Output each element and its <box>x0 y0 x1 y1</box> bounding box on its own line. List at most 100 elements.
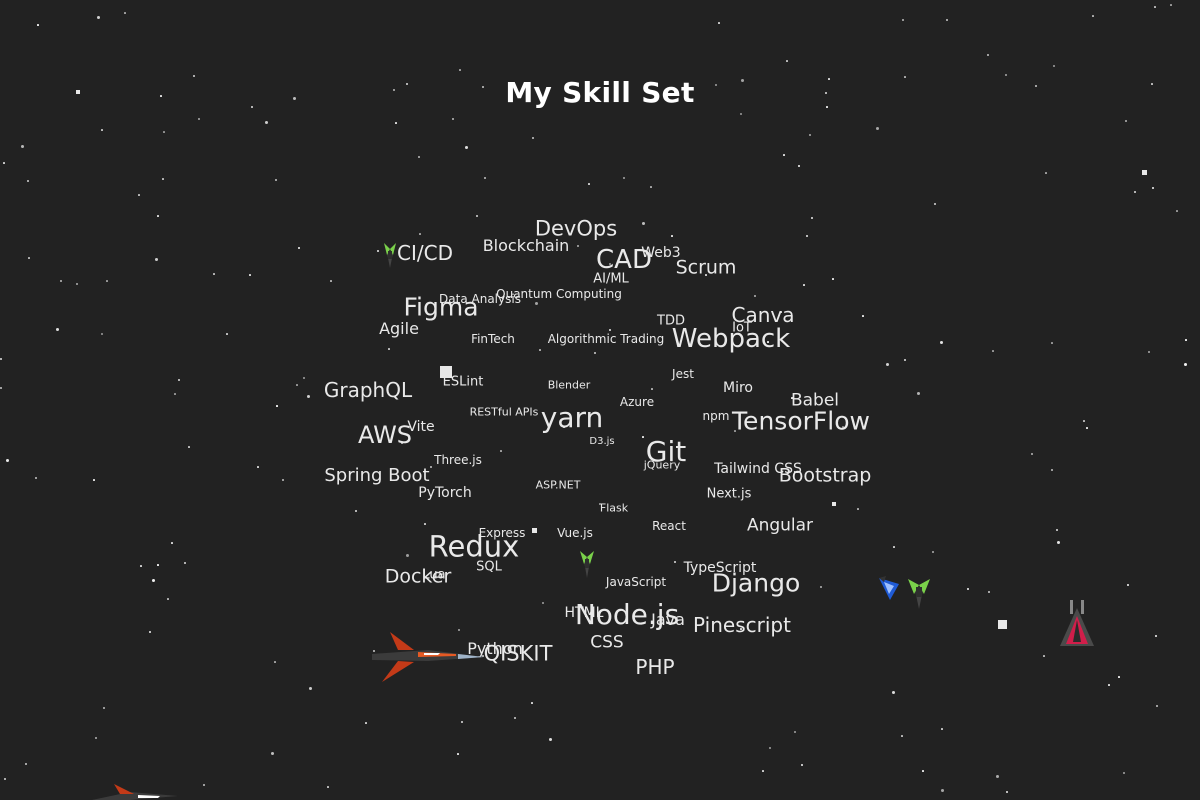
skill-yarn[interactable]: yarn <box>541 404 604 432</box>
skill-fintech[interactable]: FinTech <box>471 333 515 345</box>
skill-tensorflow[interactable]: TensorFlow <box>732 409 870 434</box>
skill-webpack[interactable]: Webpack <box>672 326 790 352</box>
star <box>917 392 920 395</box>
skill-java[interactable]: Java <box>651 612 685 628</box>
star <box>1056 529 1058 531</box>
star <box>419 233 421 235</box>
star <box>1148 351 1150 353</box>
star <box>901 735 903 737</box>
skill-nextjs[interactable]: Next.js <box>707 488 752 501</box>
star <box>798 165 800 167</box>
star <box>249 274 251 276</box>
star <box>271 752 274 755</box>
green-spaceship-icon <box>908 579 930 609</box>
skill-qiskit[interactable]: QISKIT <box>484 643 553 665</box>
skill-flask[interactable]: Flask <box>600 503 628 514</box>
star <box>60 280 62 282</box>
skill-ai-ml[interactable]: AI/ML <box>593 273 629 286</box>
star <box>303 377 305 379</box>
star <box>1125 120 1127 122</box>
star <box>0 358 2 360</box>
skill-angular[interactable]: Angular <box>747 517 813 535</box>
star <box>535 302 538 305</box>
star <box>424 523 426 525</box>
skill-vite[interactable]: Vite <box>407 420 434 434</box>
star <box>465 146 468 149</box>
skill-jest[interactable]: Jest <box>672 368 694 380</box>
skill-redux[interactable]: Redux <box>429 532 520 562</box>
star <box>184 562 186 564</box>
star <box>395 122 397 124</box>
star <box>298 247 300 249</box>
skill-blockchain[interactable]: Blockchain <box>483 238 570 254</box>
star <box>163 131 165 133</box>
star <box>157 564 159 566</box>
star <box>769 747 771 749</box>
skill-asp-net[interactable]: ASP.NET <box>536 480 581 491</box>
star <box>226 333 228 335</box>
star <box>1086 427 1088 429</box>
skill-threejs[interactable]: Three.js <box>434 454 482 466</box>
star <box>1057 541 1060 544</box>
star <box>167 598 169 600</box>
star <box>1045 172 1047 174</box>
skill-css[interactable]: CSS <box>590 634 623 652</box>
star <box>1108 684 1110 686</box>
star <box>265 121 268 124</box>
skill-spring-boot[interactable]: Spring Boot <box>324 467 429 485</box>
skill-pytorch[interactable]: PyTorch <box>418 486 471 500</box>
star <box>794 731 796 733</box>
skill-jquery[interactable]: jQuery <box>644 460 681 471</box>
skill-pinescript[interactable]: Pinescript <box>693 615 791 635</box>
skill-blender[interactable]: Blender <box>548 380 591 391</box>
star <box>174 393 176 395</box>
star <box>893 546 895 548</box>
star <box>95 737 97 739</box>
star <box>832 278 834 280</box>
star <box>276 405 278 407</box>
star <box>178 379 180 381</box>
skill-npm[interactable]: npm <box>703 410 730 422</box>
skill-d3js[interactable]: D3.js <box>589 437 614 447</box>
starfield-scene[interactable]: My Skill Set DevOps CI/CD Blockchain CAD… <box>0 0 1200 800</box>
star <box>330 280 332 282</box>
star <box>718 22 720 24</box>
skill-azure[interactable]: Azure <box>620 396 654 408</box>
skill-miro[interactable]: Miro <box>723 381 753 395</box>
skill-eslint[interactable]: ESLint <box>443 376 484 389</box>
star <box>1156 705 1158 707</box>
star <box>124 12 126 14</box>
star <box>1083 420 1085 422</box>
skill-react[interactable]: React <box>652 520 686 532</box>
star <box>37 24 39 26</box>
skill-aws[interactable]: AWS <box>358 423 412 447</box>
skill-graphql[interactable]: GraphQL <box>324 380 412 400</box>
star <box>1152 187 1154 189</box>
star <box>101 129 103 131</box>
star <box>275 179 277 181</box>
star <box>274 661 276 663</box>
skill-sql[interactable]: SQL <box>476 561 502 574</box>
star <box>1185 339 1187 341</box>
star <box>609 329 611 331</box>
star <box>1127 584 1129 586</box>
skill-restful-apis[interactable]: RESTful APIs <box>470 407 539 418</box>
skill-django[interactable]: Django <box>712 571 801 596</box>
skill-bootstrap[interactable]: Bootstrap <box>779 466 872 486</box>
skill-figma[interactable]: Figma <box>403 295 478 320</box>
star <box>406 554 409 557</box>
star <box>35 477 37 479</box>
skill-php[interactable]: PHP <box>635 657 674 677</box>
skill-javascript[interactable]: JavaScript <box>606 576 666 588</box>
star <box>296 384 298 386</box>
skill-docker[interactable]: Docker <box>385 567 452 587</box>
skill-scrum[interactable]: Scrum <box>676 258 737 278</box>
star <box>430 466 432 468</box>
star <box>902 19 904 21</box>
skill-vuejs[interactable]: Vue.js <box>557 527 593 539</box>
skill-ci-cd[interactable]: CI/CD <box>397 243 453 263</box>
skill-algorithmic-trading[interactable]: Algorithmic Trading <box>548 333 665 345</box>
star <box>886 363 889 366</box>
skill-agile[interactable]: Agile <box>379 321 419 337</box>
star <box>754 295 756 297</box>
